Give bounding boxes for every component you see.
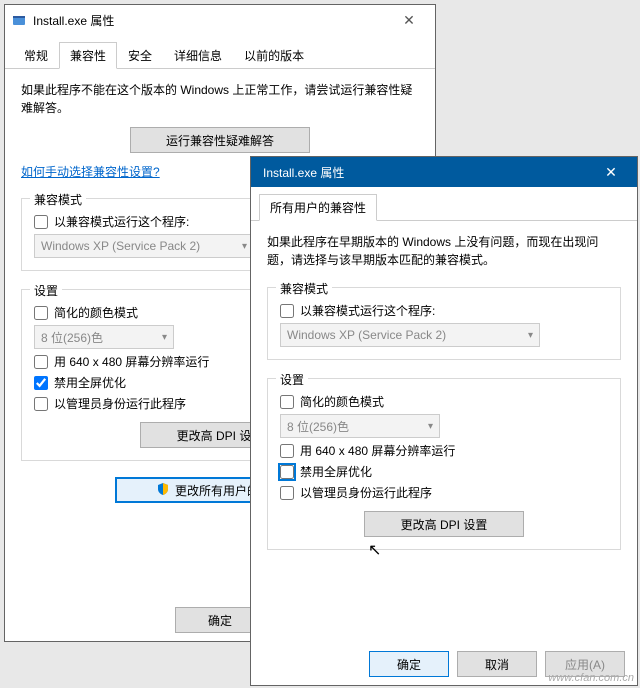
compat-mode-checkbox-row[interactable]: 以兼容模式运行这个程序: xyxy=(280,302,608,319)
settings-legend: 设置 xyxy=(30,282,62,299)
compat-mode-select[interactable]: Windows XP (Service Pack 2) ▾ xyxy=(280,323,540,347)
compat-mode-label: 以兼容模式运行这个程序: xyxy=(300,302,435,319)
compat-mode-select-value: Windows XP (Service Pack 2) xyxy=(287,328,446,342)
tab-details[interactable]: 详细信息 xyxy=(163,42,233,69)
compat-legend: 兼容模式 xyxy=(276,280,332,297)
run-as-admin-checkbox[interactable] xyxy=(34,397,48,411)
color-mode-select[interactable]: 8 位(256)色 ▾ xyxy=(280,414,440,438)
chevron-down-icon: ▾ xyxy=(162,332,167,343)
chevron-down-icon: ▾ xyxy=(528,330,533,341)
close-icon: ✕ xyxy=(605,164,617,181)
disable-fullscreen-label: 禁用全屏优化 xyxy=(54,374,126,391)
res-640-checkbox[interactable] xyxy=(34,355,48,369)
close-button[interactable]: ✕ xyxy=(389,6,429,34)
run-as-admin-checkbox[interactable] xyxy=(280,486,294,500)
app-icon xyxy=(11,12,27,28)
tabstrip-front: 所有用户的兼容性 xyxy=(251,187,637,221)
compat-mode-checkbox[interactable] xyxy=(34,215,48,229)
color-mode-value: 8 位(256)色 xyxy=(41,329,103,346)
tab-previous[interactable]: 以前的版本 xyxy=(233,42,315,69)
reduced-color-checkbox[interactable] xyxy=(34,306,48,320)
window-title: Install.exe 属性 xyxy=(257,164,591,181)
reduced-color-row[interactable]: 简化的颜色模式 xyxy=(280,393,608,410)
ok-button[interactable]: 确定 xyxy=(369,651,449,677)
cancel-button[interactable]: 取消 xyxy=(457,651,537,677)
run-as-admin-label: 以管理员身份运行此程序 xyxy=(54,395,186,412)
compat-mode-group: 兼容模式 以兼容模式运行这个程序: Windows XP (Service Pa… xyxy=(267,287,621,360)
res-640-checkbox[interactable] xyxy=(280,444,294,458)
reduced-color-label: 简化的颜色模式 xyxy=(54,304,138,321)
chevron-down-icon: ▾ xyxy=(242,241,247,252)
res-640-label: 用 640 x 480 屏幕分辨率运行 xyxy=(54,353,209,370)
tabstrip-back: 常规 兼容性 安全 详细信息 以前的版本 xyxy=(5,35,435,69)
settings-legend: 设置 xyxy=(276,371,308,388)
shield-icon xyxy=(157,483,169,498)
color-mode-select[interactable]: 8 位(256)色 ▾ xyxy=(34,325,174,349)
reduced-color-checkbox[interactable] xyxy=(280,395,294,409)
res-640-row[interactable]: 用 640 x 480 屏幕分辨率运行 xyxy=(280,442,608,459)
compat-mode-select[interactable]: Windows XP (Service Pack 2) ▾ xyxy=(34,234,254,258)
tab-general[interactable]: 常规 xyxy=(13,42,59,69)
window-title: Install.exe 属性 xyxy=(33,12,389,29)
settings-group: 设置 简化的颜色模式 8 位(256)色 ▾ 用 640 x 480 屏幕分辨率… xyxy=(267,378,621,550)
disable-fullscreen-checkbox[interactable] xyxy=(34,376,48,390)
watermark: www.cfan.com.cn xyxy=(548,672,634,684)
compat-mode-select-value: Windows XP (Service Pack 2) xyxy=(41,239,200,253)
close-icon: ✕ xyxy=(403,12,415,29)
troubleshoot-button[interactable]: 运行兼容性疑难解答 xyxy=(130,127,310,153)
properties-window-front: Install.exe 属性 ✕ 所有用户的兼容性 如果此程序在早期版本的 Wi… xyxy=(250,156,638,686)
res-640-label: 用 640 x 480 屏幕分辨率运行 xyxy=(300,442,455,459)
tab-compatibility[interactable]: 兼容性 xyxy=(59,42,117,69)
run-as-admin-label: 以管理员身份运行此程序 xyxy=(300,484,432,501)
compat-mode-checkbox[interactable] xyxy=(280,304,294,318)
intro-text: 如果此程序不能在这个版本的 Windows 上正常工作，请尝试运行兼容性疑难解答… xyxy=(21,81,419,117)
body-front: 如果此程序在早期版本的 Windows 上没有问题，而现在出现问题，请选择与该早… xyxy=(251,221,637,643)
chevron-down-icon: ▾ xyxy=(428,421,433,432)
disable-fullscreen-row[interactable]: 禁用全屏优化 xyxy=(280,463,608,480)
titlebar-back: Install.exe 属性 ✕ xyxy=(5,5,435,35)
disable-fullscreen-label: 禁用全屏优化 xyxy=(300,463,372,480)
color-mode-value: 8 位(256)色 xyxy=(287,418,349,435)
run-as-admin-row[interactable]: 以管理员身份运行此程序 xyxy=(280,484,608,501)
tab-all-users-compat[interactable]: 所有用户的兼容性 xyxy=(259,194,377,221)
dpi-settings-button[interactable]: 更改高 DPI 设置 xyxy=(364,511,524,537)
tab-security[interactable]: 安全 xyxy=(117,42,163,69)
titlebar-front: Install.exe 属性 ✕ xyxy=(251,157,637,187)
compat-legend: 兼容模式 xyxy=(30,191,86,208)
compat-mode-label: 以兼容模式运行这个程序: xyxy=(54,213,189,230)
reduced-color-label: 简化的颜色模式 xyxy=(300,393,384,410)
intro-text: 如果此程序在早期版本的 Windows 上没有问题，而现在出现问题，请选择与该早… xyxy=(267,233,621,269)
close-button[interactable]: ✕ xyxy=(591,158,631,186)
disable-fullscreen-checkbox[interactable] xyxy=(280,465,294,479)
